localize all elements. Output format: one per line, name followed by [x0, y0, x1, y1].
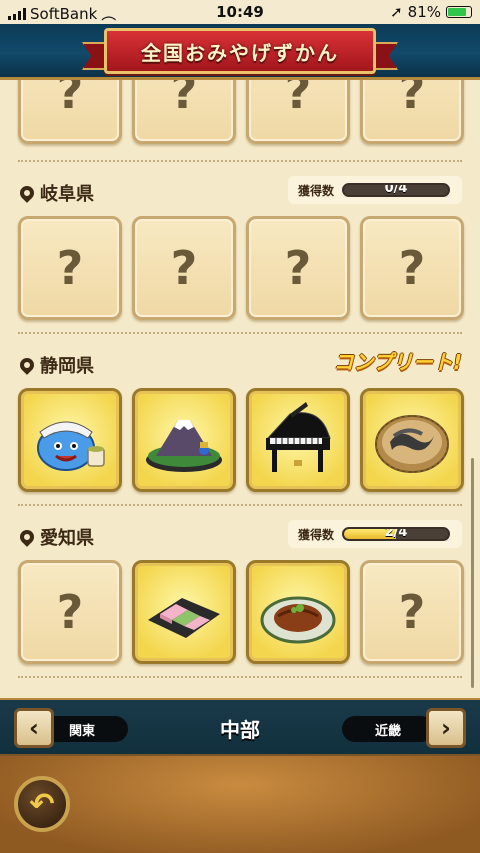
- question-mark: ?: [56, 241, 84, 295]
- item-card-eel-basket[interactable]: [360, 388, 464, 492]
- back-button[interactable]: ↶: [14, 776, 70, 832]
- section-name: 岐阜県: [40, 184, 94, 205]
- next-region-label[interactable]: 近畿: [342, 716, 434, 742]
- unknown-item-card[interactable]: ?: [18, 80, 122, 144]
- question-mark: ?: [56, 80, 84, 119]
- location-pin-icon: [17, 183, 37, 203]
- eel-basket-icon: [375, 415, 449, 473]
- scrollbar[interactable]: [471, 458, 474, 688]
- unknown-item-card[interactable]: ?: [132, 216, 236, 320]
- progress-count: 2/4: [384, 527, 408, 540]
- region-nav: 関東 ‹ 中部 近畿 ›: [0, 698, 480, 756]
- unknown-item-card[interactable]: ?: [132, 80, 236, 144]
- question-mark: ?: [170, 241, 198, 295]
- unknown-item-card[interactable]: ?: [360, 216, 464, 320]
- section-title-aichi: 愛知県: [17, 524, 94, 550]
- current-region: 中部: [220, 718, 260, 742]
- unknown-item-card[interactable]: ?: [246, 80, 350, 144]
- item-card-mount-fuji[interactable]: [132, 388, 236, 492]
- battery-icon: [446, 6, 472, 18]
- grand-piano-icon: [266, 402, 331, 472]
- location-icon: ➚: [390, 3, 403, 21]
- prev-region-button[interactable]: ‹: [14, 708, 54, 748]
- unknown-item-card[interactable]: ?: [360, 80, 464, 144]
- status-bar: SoftBank ︵ 10:49 ➚ 81%: [0, 0, 480, 24]
- title-banner: 全国おみやげずかん: [104, 28, 376, 74]
- count-label: 獲得数: [298, 183, 335, 198]
- slime-tea-icon: [37, 421, 105, 471]
- chevron-left-icon: ‹: [29, 714, 39, 742]
- section-title-gifu: 岐阜県: [17, 180, 94, 206]
- divider: [18, 160, 462, 162]
- uiro-sweets-icon: [148, 598, 220, 638]
- back-arrow-icon: ↶: [29, 786, 55, 822]
- divider: [18, 676, 462, 678]
- next-region-button[interactable]: ›: [426, 708, 466, 748]
- divider: [18, 332, 462, 334]
- question-mark: ?: [398, 80, 426, 119]
- status-right: ➚ 81%: [390, 3, 472, 21]
- question-mark: ?: [284, 80, 312, 119]
- mount-fuji-icon: [146, 420, 222, 472]
- location-pin-icon: [17, 527, 37, 547]
- grid-row-previous: ? ? ? ?: [18, 80, 464, 144]
- grid-row-aichi: ? ?: [18, 560, 464, 664]
- location-pin-icon: [17, 355, 37, 375]
- progress-bar: 0/4: [342, 183, 451, 197]
- section-name: 静岡県: [40, 356, 94, 377]
- grid-row-gifu: ? ? ? ?: [18, 216, 464, 320]
- divider: [18, 504, 462, 506]
- question-mark: ?: [56, 585, 84, 639]
- footer: ↶: [0, 756, 480, 853]
- unknown-item-card[interactable]: ?: [18, 216, 122, 320]
- question-mark: ?: [170, 80, 198, 119]
- item-card-miso-katsu[interactable]: [246, 560, 350, 664]
- progress-count: 0/4: [384, 183, 408, 196]
- item-card-piano[interactable]: [246, 388, 350, 492]
- progress-aichi: 獲得数 2/4: [288, 520, 462, 548]
- question-mark: ?: [284, 241, 312, 295]
- header: 全国おみやげずかん: [0, 24, 480, 80]
- unknown-item-card[interactable]: ?: [246, 216, 350, 320]
- question-mark: ?: [398, 241, 426, 295]
- question-mark: ?: [398, 585, 426, 639]
- miso-katsu-icon: [260, 596, 336, 644]
- item-card-slime-tea[interactable]: [18, 388, 122, 492]
- progress-gifu: 獲得数 0/4: [288, 176, 462, 204]
- section-name: 愛知県: [40, 528, 94, 549]
- chevron-right-icon: ›: [441, 714, 451, 742]
- complete-badge: コンプリート!: [333, 350, 462, 374]
- page-title: 全国おみやげずかん: [141, 40, 339, 65]
- item-card-uiro[interactable]: [132, 560, 236, 664]
- unknown-item-card[interactable]: ?: [18, 560, 122, 664]
- count-label: 獲得数: [298, 527, 335, 542]
- collection-list[interactable]: ? ? ? ? 岐阜県 獲得数 0/4 ? ? ? ? 静岡県 コンプリート!: [0, 80, 480, 698]
- unknown-item-card[interactable]: ?: [360, 560, 464, 664]
- battery-percent: 81%: [407, 3, 441, 21]
- grid-row-shizuoka: [18, 388, 464, 492]
- progress-bar: 2/4: [342, 527, 451, 541]
- section-title-shizuoka: 静岡県: [17, 352, 94, 378]
